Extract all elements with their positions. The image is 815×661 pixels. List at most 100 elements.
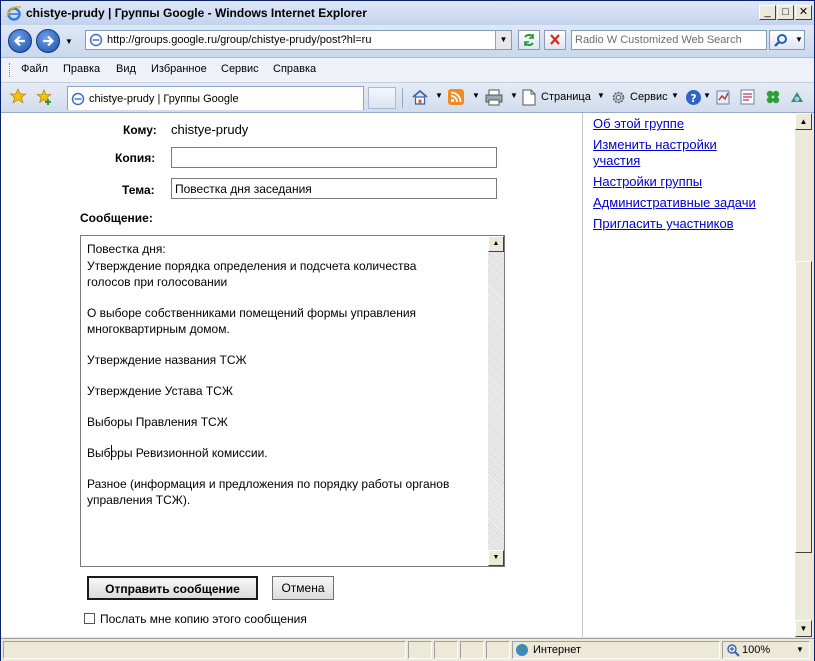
minimize-button[interactable]: _ (759, 5, 776, 20)
page-scrollbar[interactable]: ▲ ▼ (795, 113, 812, 637)
help-dropdown-icon[interactable]: ▼ (703, 91, 711, 100)
toolbar-grip (9, 63, 12, 77)
new-tab-button[interactable] (368, 87, 396, 109)
message-line: Повестка дня: (87, 242, 166, 256)
research-icon[interactable] (715, 88, 733, 106)
internet-explorer-icon (6, 6, 22, 21)
menu-view[interactable]: Вид (116, 63, 136, 75)
home-icon[interactable] (411, 89, 429, 106)
page-scroll-down-icon[interactable]: ▼ (795, 620, 812, 637)
search-button[interactable]: ▼ (769, 30, 805, 50)
sidebar-link-membership[interactable]: Изменить настройки участия (593, 137, 717, 169)
subject-field[interactable]: Повестка дня заседания (171, 178, 497, 199)
message-line: голосов при голосовании (87, 275, 228, 289)
menu-file[interactable]: Файл (21, 63, 48, 75)
page-scroll-up-icon[interactable]: ▲ (795, 113, 812, 130)
text-caret (111, 445, 112, 460)
send-copy-checkbox[interactable] (84, 613, 95, 624)
address-field[interactable]: http://groups.google.ru/group/chistye-pr… (85, 30, 512, 50)
sidebar-divider (582, 113, 583, 637)
address-dropdown-icon[interactable]: ▼ (495, 31, 511, 49)
sidebar-link-group-settings[interactable]: Настройки группы (593, 174, 702, 190)
message-line: многоквартирным домом. (87, 322, 230, 336)
globe-icon (516, 644, 528, 656)
favorites-star-icon[interactable] (9, 88, 27, 106)
extension-icon[interactable] (788, 88, 806, 106)
status-bar: Интернет 100% ▼ (1, 638, 814, 661)
scroll-up-icon[interactable]: ▲ (488, 236, 504, 252)
search-input[interactable]: Radio W Customized Web Search (571, 30, 767, 50)
help-icon[interactable]: ? (685, 89, 702, 106)
tab-active[interactable]: chistye-prudy | Группы Google (67, 86, 364, 110)
page-dropdown-icon[interactable]: ▼ (597, 91, 605, 100)
back-button[interactable] (8, 29, 32, 53)
menu-help[interactable]: Справка (273, 63, 316, 75)
window-title: chistye-prudy | Группы Google - Windows … (26, 6, 367, 20)
rss-feed-icon[interactable] (448, 89, 464, 105)
scroll-down-icon[interactable]: ▼ (488, 550, 504, 566)
zoom-cell[interactable]: 100% ▼ (722, 641, 810, 659)
menu-edit[interactable]: Правка (63, 63, 100, 75)
clover-icon[interactable] (764, 88, 782, 106)
cc-field[interactable] (171, 147, 497, 168)
refresh-button[interactable] (518, 30, 540, 50)
stop-button[interactable] (544, 30, 566, 50)
message-textarea[interactable]: Повестка дня: Утверждение порядка опреде… (80, 235, 505, 567)
menu-tools[interactable]: Сервис (221, 63, 259, 75)
message-label: Сообщение: (80, 211, 153, 225)
rss-dropdown-icon[interactable]: ▼ (472, 91, 480, 100)
textarea-scrollbar[interactable]: ▲ ▼ (488, 236, 504, 566)
url-text: http://groups.google.ru/group/chistye-pr… (107, 34, 372, 46)
browser-window: chistye-prudy | Группы Google - Windows … (0, 0, 815, 661)
print-dropdown-icon[interactable]: ▼ (510, 91, 518, 100)
message-line: Разное (информация и предложения по поря… (87, 477, 450, 491)
message-line: Выборы Ревизионной комиссии. (87, 446, 268, 460)
page-menu[interactable]: Страница (541, 91, 591, 103)
send-copy-label: Послать мне копию этого сообщения (100, 612, 307, 626)
toolbar-divider (402, 88, 403, 108)
message-line: О выборе собственниками помещений формы … (87, 306, 417, 320)
print-icon[interactable] (485, 89, 503, 106)
sidebar-link-admin-tasks[interactable]: Административные задачи (593, 195, 756, 211)
home-dropdown-icon[interactable]: ▼ (435, 91, 443, 100)
message-line: управления ТСЖ). (87, 493, 191, 507)
subject-field-value: Повестка дня заседания (175, 182, 312, 196)
message-line: Утверждение Устава ТСЖ (87, 384, 233, 398)
close-window-button[interactable]: ✕ (795, 5, 812, 20)
forward-arrow-icon (43, 35, 55, 47)
status-message-cell (3, 641, 406, 659)
status-cell (434, 641, 458, 659)
sidebar-link-invite[interactable]: Пригласить участников (593, 216, 734, 232)
sidebar-link-about[interactable]: Об этой группе (593, 116, 684, 132)
svg-text:?: ? (690, 92, 696, 105)
search-options-icon[interactable]: ▼ (795, 35, 803, 44)
stop-icon (550, 34, 560, 45)
subject-label: Тема: (122, 183, 155, 197)
page-icon (89, 33, 103, 47)
menu-favorites[interactable]: Избранное (151, 63, 207, 75)
tools-dropdown-icon[interactable]: ▼ (671, 91, 679, 100)
search-icon (774, 34, 787, 47)
status-cell (486, 641, 510, 659)
tools-menu[interactable]: Сервис (630, 91, 668, 103)
send-message-button[interactable]: Отправить сообщение (87, 576, 258, 600)
zoom-dropdown-icon[interactable]: ▼ (796, 645, 804, 654)
tab-bar: chistye-prudy | Группы Google ▼ ▼ ▼ Стра… (1, 83, 814, 113)
search-placeholder: Radio W Customized Web Search (575, 34, 742, 46)
page-scroll-thumb[interactable] (795, 261, 812, 553)
zone-label: Интернет (533, 644, 581, 656)
menu-bar: Файл Правка Вид Избранное Сервис Справка (1, 58, 814, 83)
status-cell (408, 641, 432, 659)
cancel-button[interactable]: Отмена (272, 576, 334, 600)
cc-label: Копия: (115, 151, 156, 165)
add-favorite-icon[interactable] (35, 88, 53, 106)
message-line: Утверждение названия ТСЖ (87, 353, 247, 367)
gear-icon (612, 91, 625, 104)
security-zone-cell[interactable]: Интернет (512, 641, 720, 659)
maximize-button[interactable]: □ (777, 5, 794, 20)
forward-button[interactable] (36, 29, 60, 53)
history-dropdown-icon[interactable]: ▼ (65, 37, 73, 46)
page-icon (71, 92, 85, 106)
blog-icon[interactable] (739, 88, 757, 106)
to-value: chistye-prudy (171, 122, 249, 137)
